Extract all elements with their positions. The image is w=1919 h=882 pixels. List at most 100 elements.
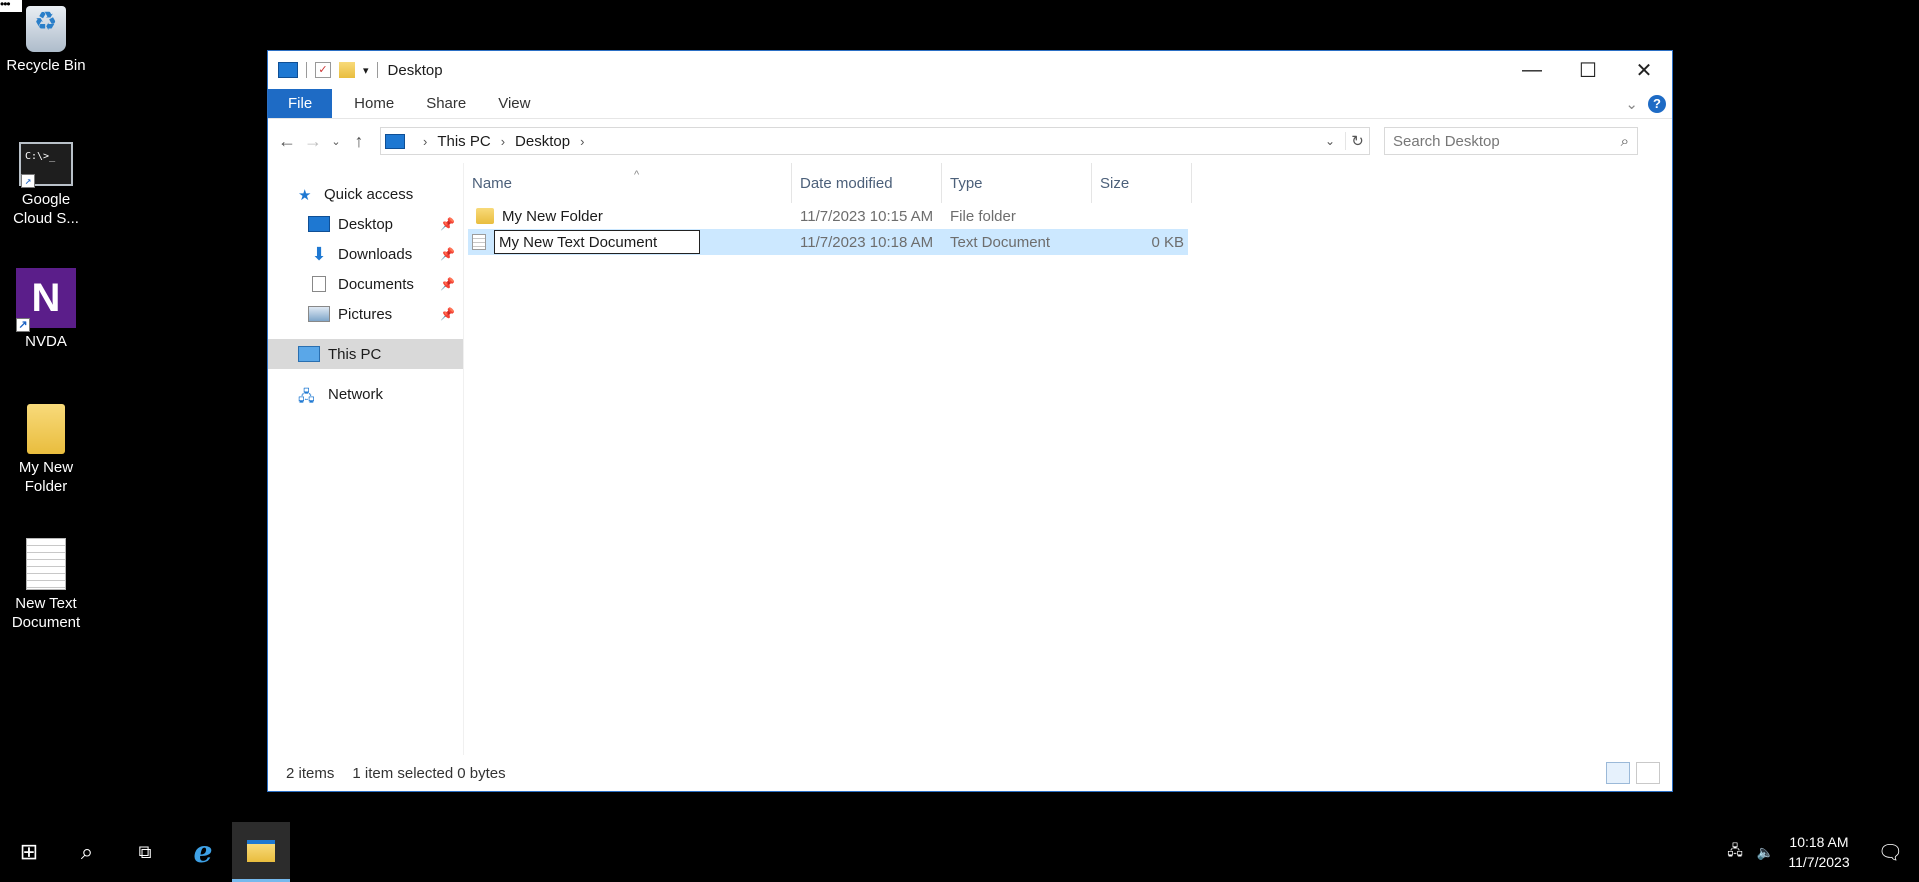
this-pc-icon: [385, 133, 405, 149]
status-bytes: 0 bytes: [457, 764, 506, 782]
up-arrow-icon[interactable]: ↑: [346, 131, 372, 152]
download-arrow-icon: ⬇: [311, 244, 327, 264]
title-bar[interactable]: ✓ ▾ Desktop — ☐ ✕: [268, 51, 1672, 89]
internet-explorer-button[interactable]: e: [174, 822, 232, 882]
tab-home[interactable]: Home: [338, 89, 410, 118]
properties-icon[interactable]: ✓: [315, 62, 331, 78]
file-list[interactable]: ^ Name Date modified Type Size My New Fo…: [464, 163, 1672, 755]
recycle-bin-icon: [26, 6, 66, 52]
nav-quick-access[interactable]: ★ Quick access: [268, 179, 463, 209]
desktop-icon-new-text-document[interactable]: New Text Document: [4, 538, 88, 632]
taskbar: ⊞ ⌕ ⧉ e 🖧 🔈 10:18 AM 11/7/2023 🗨: [0, 822, 1919, 882]
column-date-modified[interactable]: Date modified: [792, 163, 942, 203]
breadcrumb-desktop[interactable]: Desktop: [515, 133, 570, 150]
pin-icon: 📌: [440, 247, 455, 261]
separator: [376, 62, 378, 78]
chevron-right-icon[interactable]: ›: [580, 134, 584, 149]
minimize-button[interactable]: —: [1504, 51, 1560, 89]
explorer-body: ★ Quick access Desktop 📌 ⬇ Downloads 📌 D…: [268, 163, 1672, 755]
status-selected: 1 item selected: [352, 764, 454, 782]
text-document-icon: [26, 538, 66, 590]
nav-downloads[interactable]: ⬇ Downloads 📌: [268, 239, 463, 269]
chevron-right-icon[interactable]: ›: [423, 134, 427, 149]
volume-icon[interactable]: 🔈: [1757, 844, 1774, 861]
tab-share[interactable]: Share: [410, 89, 482, 118]
start-button[interactable]: ⊞: [0, 822, 58, 882]
nav-desktop[interactable]: Desktop 📌: [268, 209, 463, 239]
search-button[interactable]: ⌕: [58, 822, 116, 882]
internet-explorer-icon: e: [193, 834, 213, 870]
file-explorer-window: ✓ ▾ Desktop — ☐ ✕ File Home Share View ⌄…: [267, 50, 1673, 792]
desktop-icon-label: Google Cloud S...: [13, 191, 79, 227]
desktop-icon-recycle-bin[interactable]: Recycle Bin: [4, 6, 88, 75]
help-icon[interactable]: ?: [1648, 94, 1666, 113]
terminal-icon: C:\>_ ↗: [19, 142, 73, 188]
column-size[interactable]: Size: [1092, 163, 1192, 203]
clock-time: 10:18 AM: [1789, 834, 1849, 850]
status-bar: 2 items 1 item selected 0 bytes: [268, 755, 1672, 791]
window-title: Desktop: [387, 61, 443, 79]
search-box[interactable]: Search Desktop ⌕: [1384, 127, 1638, 155]
column-name[interactable]: Name: [464, 163, 792, 203]
column-type[interactable]: Type: [942, 163, 1092, 203]
shortcut-arrow-icon: ↗: [16, 318, 30, 332]
file-explorer-taskbar-button[interactable]: [232, 822, 290, 882]
file-explorer-icon: [247, 839, 275, 862]
file-row-my-new-folder[interactable]: My New Folder 11/7/2023 10:15 AM File fo…: [468, 203, 1188, 229]
network-icon[interactable]: 🖧: [1727, 840, 1743, 864]
recent-locations-chevron-icon[interactable]: ⌄: [326, 135, 346, 148]
nav-network[interactable]: 🖧 Network: [268, 379, 463, 409]
nav-pictures[interactable]: Pictures 📌: [268, 299, 463, 329]
customize-quick-access-icon[interactable]: ▾: [363, 64, 369, 77]
search-icon: ⌕: [80, 839, 94, 864]
chevron-right-icon[interactable]: ›: [501, 134, 505, 149]
tab-view[interactable]: View: [482, 89, 546, 118]
windows-logo-icon: ⊞: [19, 839, 39, 864]
pin-icon: 📌: [440, 307, 455, 321]
rename-input[interactable]: My New Text Document: [494, 230, 700, 254]
back-arrow-icon[interactable]: ←: [274, 131, 300, 152]
large-icons-view-button[interactable]: [1636, 762, 1660, 784]
details-view-button[interactable]: [1606, 762, 1630, 784]
status-item-count: 2 items: [286, 764, 335, 782]
nav-documents[interactable]: Documents 📌: [268, 269, 463, 299]
address-bar[interactable]: › This PC › Desktop › ⌄ ↻: [380, 127, 1370, 155]
desktop-icon-label: NVDA: [25, 333, 67, 350]
file-row-my-new-text-document[interactable]: My New Text Document 11/7/2023 10:18 AM …: [468, 229, 1188, 255]
sort-ascending-icon: ^: [634, 169, 640, 181]
folder-icon: [476, 208, 494, 224]
desktop-icon-nvda[interactable]: N ↗ NVDA: [4, 268, 88, 351]
expand-ribbon-icon[interactable]: ⌄: [1625, 95, 1638, 113]
shortcut-arrow-icon: ↗: [21, 174, 35, 188]
search-placeholder: Search Desktop: [1393, 132, 1500, 150]
desktop-location-icon: [278, 62, 298, 78]
nav-this-pc[interactable]: This PC: [268, 339, 463, 369]
navigation-pane[interactable]: ★ Quick access Desktop 📌 ⬇ Downloads 📌 D…: [268, 163, 464, 755]
maximize-button[interactable]: ☐: [1560, 51, 1616, 89]
desktop-icon-label: New Text Document: [11, 595, 81, 631]
refresh-icon[interactable]: ↻: [1345, 132, 1369, 150]
desktop-icon-label: Recycle Bin: [6, 57, 86, 74]
search-icon[interactable]: ⌕: [1621, 133, 1629, 150]
desktop-icon-my-new-folder[interactable]: My New Folder: [4, 404, 88, 496]
desktop-icon-google-cloud-sdk[interactable]: C:\>_ ↗ Google Cloud S...: [4, 142, 88, 228]
pin-icon: 📌: [440, 277, 455, 291]
folder-icon: [27, 404, 65, 454]
action-center-icon[interactable]: 🗨: [1878, 840, 1903, 865]
close-button[interactable]: ✕: [1616, 51, 1672, 89]
clock[interactable]: 10:18 AM 11/7/2023: [1788, 832, 1849, 872]
address-dropdown-icon[interactable]: ⌄: [1325, 134, 1345, 148]
task-view-button[interactable]: ⧉: [116, 822, 174, 882]
clock-date: 11/7/2023: [1788, 854, 1850, 870]
new-folder-icon[interactable]: [339, 62, 355, 78]
tab-file[interactable]: File: [268, 89, 333, 118]
breadcrumb-this-pc[interactable]: This PC: [437, 133, 490, 150]
separator: [306, 62, 307, 78]
forward-arrow-icon[interactable]: →: [300, 131, 326, 152]
text-document-icon: [472, 234, 486, 250]
documents-icon: [312, 276, 326, 292]
column-headers: ^ Name Date modified Type Size: [464, 163, 1672, 203]
ribbon-tabs: File Home Share View ⌄ ?: [268, 89, 1672, 119]
desktop-icon-label: My New Folder: [18, 459, 74, 495]
system-tray: 🖧 🔈 10:18 AM 11/7/2023 🗨: [1727, 832, 1919, 872]
